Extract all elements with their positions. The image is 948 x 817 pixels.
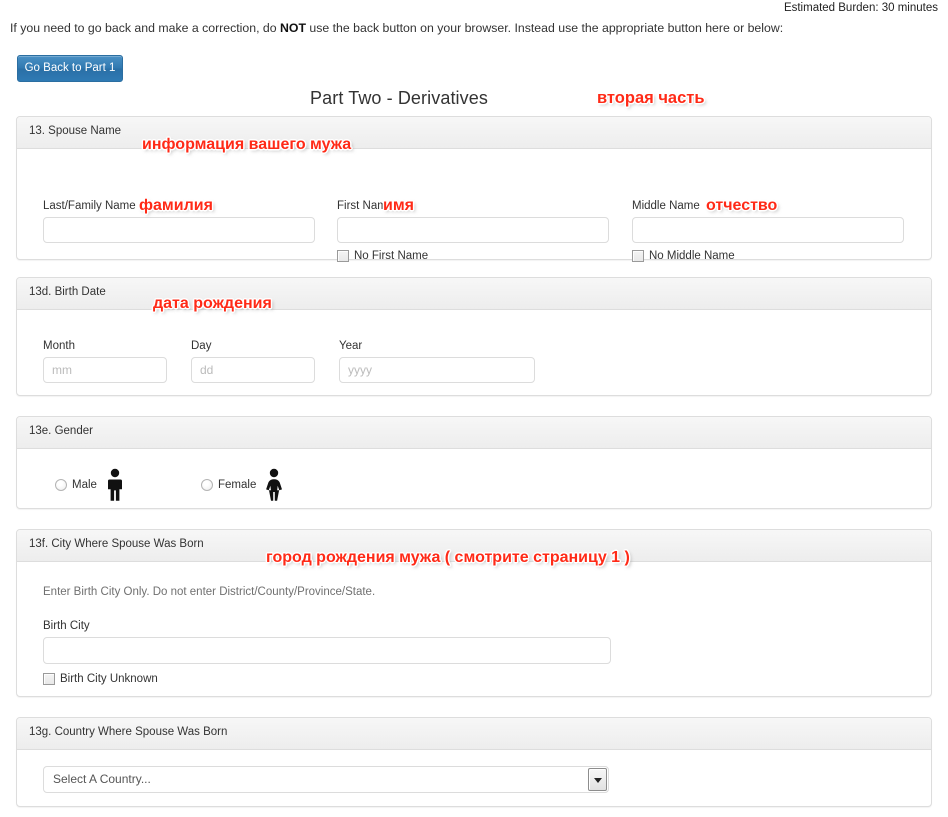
birth-city-unknown-checkbox[interactable]	[43, 673, 55, 685]
birth-city-unknown-label: Birth City Unknown	[60, 673, 158, 685]
birth-country-selected-value: Select A Country...	[53, 772, 151, 786]
female-label: Female	[218, 479, 256, 491]
middle-name-label: Middle Name	[632, 200, 904, 212]
panel-spouse-name: 13. Spouse Name Last/Family Name First N…	[16, 116, 932, 260]
birth-year-label: Year	[339, 340, 535, 352]
panel-birth-city: 13f. City Where Spouse Was Born Enter Bi…	[16, 529, 932, 697]
field-birth-year: Year	[339, 340, 535, 383]
field-birth-city: Birth City Birth City Unknown	[43, 620, 611, 685]
birth-city-hint: Enter Birth City Only. Do not enter Dist…	[43, 586, 375, 598]
no-first-name-row[interactable]: No First Name	[337, 250, 609, 262]
birth-city-label: Birth City	[43, 620, 611, 632]
last-name-label: Last/Family Name	[43, 200, 315, 212]
birth-year-input[interactable]	[339, 357, 535, 383]
field-first-name: First Name No First Name	[337, 200, 609, 262]
field-last-name: Last/Family Name	[43, 200, 315, 243]
male-pictogram-icon	[104, 468, 126, 502]
birth-month-input[interactable]	[43, 357, 167, 383]
field-middle-name: Middle Name No Middle Name	[632, 200, 904, 262]
notice-text-before: If you need to go back and make a correc…	[10, 21, 280, 35]
birth-city-unknown-row[interactable]: Birth City Unknown	[43, 673, 611, 685]
panel-birth-date-title: 13d. Birth Date	[17, 278, 931, 310]
birth-day-label: Day	[191, 340, 315, 352]
panel-spouse-name-title: 13. Spouse Name	[17, 117, 931, 149]
female-radio[interactable]	[201, 479, 213, 491]
panel-birth-date: 13d. Birth Date Month Day Year	[16, 277, 932, 396]
last-name-input[interactable]	[43, 217, 315, 243]
estimated-burden-text: Estimated Burden: 30 minutes	[784, 2, 938, 14]
first-name-input[interactable]	[337, 217, 609, 243]
no-middle-name-checkbox[interactable]	[632, 250, 644, 262]
birth-month-label: Month	[43, 340, 167, 352]
panel-gender: 13e. Gender Male Female	[16, 416, 932, 509]
birth-country-select[interactable]: Select A Country...	[43, 766, 609, 793]
first-name-label: First Name	[337, 200, 609, 212]
gender-option-female[interactable]: Female	[201, 468, 285, 502]
panel-birth-country-title: 13g. Country Where Spouse Was Born	[17, 718, 931, 750]
go-back-to-part-1-button[interactable]: Go Back to Part 1	[17, 55, 123, 82]
panel-gender-title: 13e. Gender	[17, 417, 931, 449]
page-title: Part Two - Derivatives	[0, 88, 948, 109]
gender-option-male[interactable]: Male	[55, 468, 126, 502]
panel-birth-country: 13g. Country Where Spouse Was Born Selec…	[16, 717, 932, 807]
middle-name-input[interactable]	[632, 217, 904, 243]
chevron-down-icon[interactable]	[588, 768, 607, 791]
female-pictogram-icon	[263, 468, 285, 502]
panel-birth-city-title: 13f. City Where Spouse Was Born	[17, 530, 931, 562]
page-title-text: Part Two - Derivatives	[310, 88, 638, 109]
birth-city-input[interactable]	[43, 637, 611, 664]
no-middle-name-row[interactable]: No Middle Name	[632, 250, 904, 262]
no-first-name-label: No First Name	[354, 250, 428, 262]
male-radio[interactable]	[55, 479, 67, 491]
no-middle-name-label: No Middle Name	[649, 250, 735, 262]
notice-text-after: use the back button on your browser. Ins…	[306, 21, 783, 35]
male-label: Male	[72, 479, 97, 491]
birth-day-input[interactable]	[191, 357, 315, 383]
no-first-name-checkbox[interactable]	[337, 250, 349, 262]
field-birth-month: Month	[43, 340, 167, 383]
field-birth-day: Day	[191, 340, 315, 383]
form-page: Estimated Burden: 30 minutes If you need…	[0, 0, 948, 817]
notice-text-bold: NOT	[280, 21, 306, 35]
back-button-notice: If you need to go back and make a correc…	[10, 21, 783, 35]
